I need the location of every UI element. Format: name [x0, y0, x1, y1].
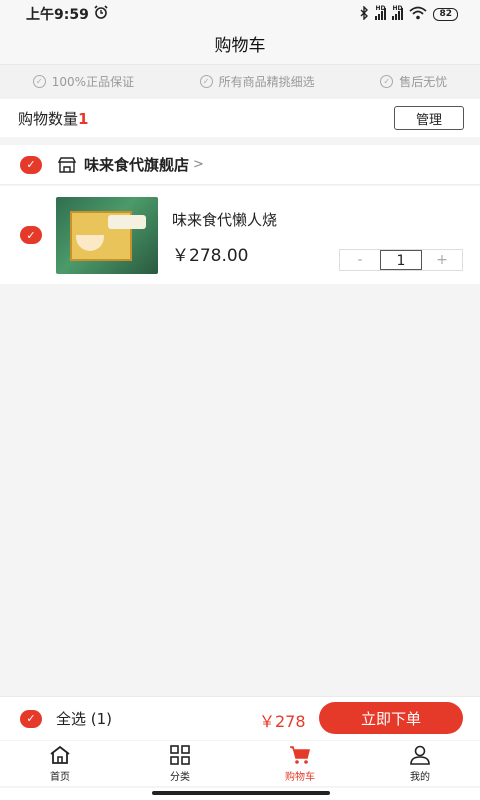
store-name[interactable]: 味来食代旗舰店	[84, 154, 189, 175]
status-time: 上午9:59	[26, 7, 89, 23]
status-left: 上午9:59	[26, 4, 109, 24]
tab-home[interactable]: 首页	[0, 741, 120, 786]
cart-item: ✓ 味来食代懒人烧 ￥278.00 - 1 +	[0, 186, 480, 284]
guarantee-label: 100%正品保证	[51, 75, 135, 89]
cart-count-label: 购物数量	[18, 109, 79, 128]
home-icon	[50, 745, 70, 764]
cart-count: 购物数量1	[18, 108, 88, 129]
product-price: ￥278.00	[172, 246, 249, 266]
checkout-bar: ✓ 全选 (1) ￥278 立即下单	[0, 696, 480, 740]
user-icon	[410, 745, 430, 765]
guarantee-label: 售后无忧	[399, 75, 448, 89]
quantity-value[interactable]: 1	[380, 250, 422, 270]
store-row[interactable]: ✓ 味来食代旗舰店 >	[0, 145, 480, 185]
store-icon	[57, 156, 77, 173]
guarantee-item: ✓ 100%正品保证	[32, 73, 135, 90]
item-checkbox[interactable]: ✓	[20, 226, 42, 244]
network-label-2: HD	[392, 5, 403, 12]
alarm-icon	[93, 5, 109, 23]
wifi-icon	[409, 6, 428, 23]
tab-label: 分类	[170, 771, 190, 783]
guarantee-item: ✓ 售后无忧	[380, 73, 447, 90]
tab-label: 首页	[50, 771, 70, 783]
bottom-tab-bar: 首页 分类 购物车 我的	[0, 741, 480, 786]
tab-label: 购物车	[285, 771, 315, 783]
home-indicator-bar	[152, 791, 330, 795]
store-checkbox[interactable]: ✓	[20, 155, 42, 174]
check-circle-icon: ✓	[32, 75, 46, 88]
grid-icon	[170, 744, 190, 765]
quantity-stepper: - 1 +	[339, 249, 463, 271]
cart-count-bar: 购物数量1 管理	[0, 99, 480, 137]
guarantee-item: ✓ 所有商品精挑细选	[199, 73, 315, 90]
place-order-button[interactable]: 立即下单	[319, 702, 463, 734]
cart-icon	[290, 745, 311, 764]
tab-category[interactable]: 分类	[120, 741, 240, 786]
check-circle-icon: ✓	[380, 75, 394, 88]
bluetooth-icon	[359, 4, 369, 23]
product-name[interactable]: 味来食代懒人烧	[172, 209, 277, 230]
tab-profile[interactable]: 我的	[360, 741, 480, 786]
home-indicator	[0, 788, 480, 800]
check-circle-icon: ✓	[199, 75, 213, 88]
signal-icon-2: HD	[392, 5, 404, 20]
battery-icon: 82	[433, 7, 458, 21]
status-right: HD HD 82	[359, 4, 458, 23]
cart-count-number: 1	[78, 109, 89, 128]
chevron-right-icon[interactable]: >	[193, 157, 204, 172]
increase-button[interactable]: +	[422, 250, 462, 270]
guarantee-strip: ✓ 100%正品保证 ✓ 所有商品精挑细选 ✓ 售后无忧	[0, 64, 480, 98]
product-label-shape	[108, 215, 146, 229]
page-title: 购物车	[0, 28, 480, 64]
select-all-label[interactable]: 全选 (1)	[56, 708, 112, 729]
network-label: HD	[375, 5, 386, 12]
signal-icon: HD	[375, 5, 387, 20]
total-price: ￥278	[259, 712, 306, 731]
status-bar: 上午9:59 HD HD 82	[0, 0, 480, 28]
select-all-checkbox[interactable]: ✓	[20, 709, 42, 728]
decrease-button[interactable]: -	[340, 250, 380, 270]
guarantee-label: 所有商品精挑细选	[218, 75, 315, 89]
tab-label: 我的	[410, 771, 430, 783]
manage-button[interactable]: 管理	[394, 106, 464, 130]
product-image[interactable]	[56, 197, 158, 274]
tab-cart[interactable]: 购物车	[240, 741, 360, 786]
